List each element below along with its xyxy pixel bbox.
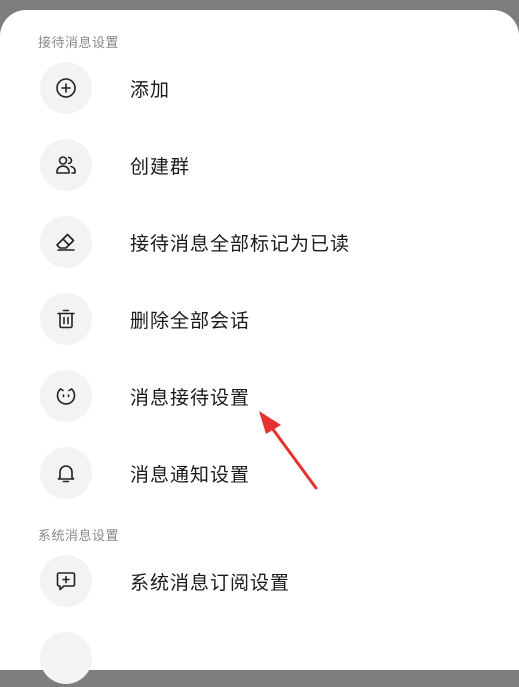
menu-item-reception-settings[interactable]: 消息接待设置 <box>0 365 519 425</box>
bottom-sheet: 接待消息设置 添加 创建群 接待消息全部标记为已读 删除全部会话 消息接待设置 … <box>0 10 519 684</box>
menu-item-label: 创建群 <box>130 156 191 178</box>
menu-item-create-group[interactable]: 创建群 <box>0 134 519 194</box>
menu-item-notification-settings[interactable]: 消息通知设置 <box>0 442 519 502</box>
icon-container <box>40 555 92 607</box>
menu-item-label: 消息接待设置 <box>130 387 251 409</box>
section-title-reception: 接待消息设置 <box>38 36 120 51</box>
bell-icon <box>57 465 75 483</box>
icon-container <box>40 293 92 345</box>
icon-container <box>40 447 92 499</box>
menu-item-add[interactable]: 添加 <box>0 57 519 117</box>
icon-container <box>40 632 92 684</box>
menu-item-system-subscription[interactable]: 系统消息订阅设置 <box>0 550 519 610</box>
eraser-icon <box>56 233 75 251</box>
section-title-system: 系统消息设置 <box>38 529 120 544</box>
menu-item-next[interactable] <box>0 627 519 687</box>
menu-item-delete-all[interactable]: 删除全部会话 <box>0 288 519 348</box>
menu-item-label: 系统消息订阅设置 <box>130 572 291 594</box>
icon-container <box>40 216 92 268</box>
menu-item-label: 删除全部会话 <box>130 310 251 332</box>
menu-item-label: 消息通知设置 <box>130 464 251 486</box>
icon-container <box>40 370 92 422</box>
message-plus-icon <box>56 572 76 591</box>
menu-item-label: 接待消息全部标记为已读 <box>130 233 351 255</box>
plus-circle-icon <box>56 78 76 98</box>
menu-item-mark-all-read[interactable]: 接待消息全部标记为已读 <box>0 211 519 271</box>
smiley-icon <box>56 388 76 405</box>
trash-icon <box>57 309 75 329</box>
icon-container <box>40 62 92 114</box>
icon-container <box>40 139 92 191</box>
menu-item-label: 添加 <box>130 79 171 101</box>
group-icon <box>56 156 76 174</box>
